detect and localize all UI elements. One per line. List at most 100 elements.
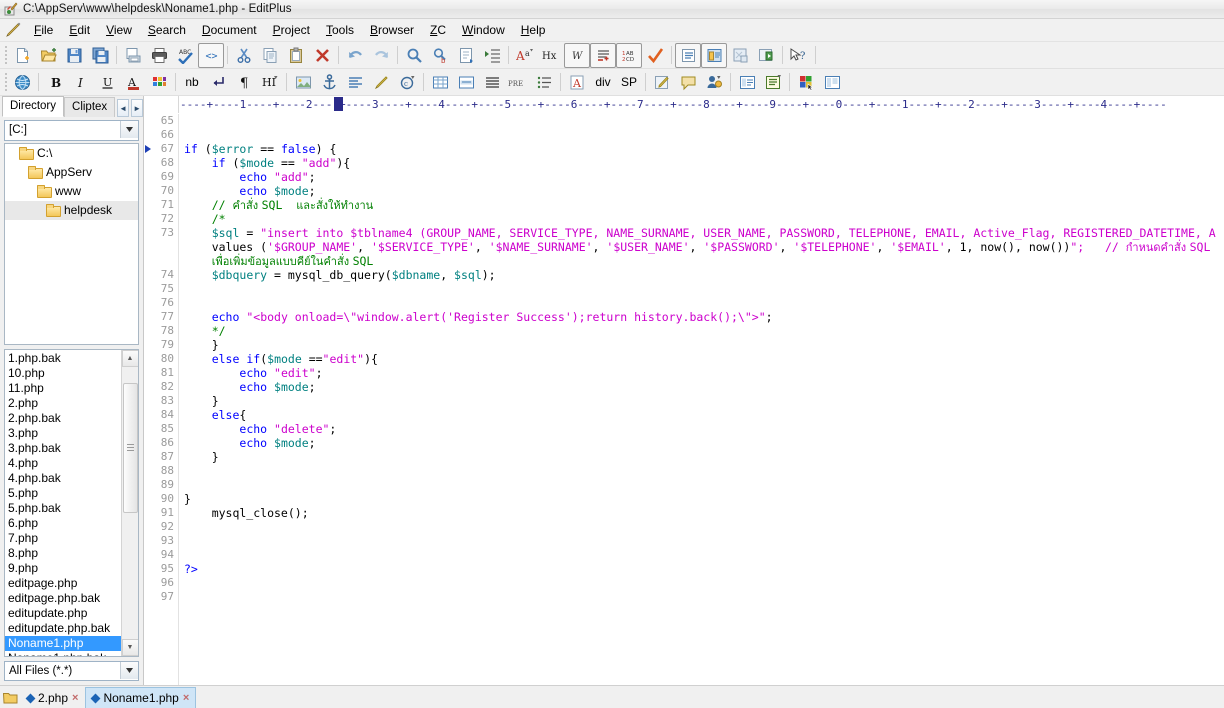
- globe-icon[interactable]: [9, 70, 35, 95]
- menu-zc[interactable]: ZC: [422, 21, 454, 39]
- code-line[interactable]: if ($error == false) {: [184, 142, 1224, 156]
- code-line[interactable]: echo $mode;: [184, 380, 1224, 394]
- drive-select[interactable]: [C:]: [4, 120, 139, 141]
- heading-icon[interactable]: HI: [257, 70, 283, 95]
- tree-node-www[interactable]: www: [5, 182, 138, 201]
- list-item[interactable]: 3.php: [5, 426, 121, 441]
- list-item[interactable]: editpage.php: [5, 576, 121, 591]
- check-mark-icon[interactable]: [642, 43, 668, 68]
- anchor-icon[interactable]: [316, 70, 342, 95]
- menu-browser[interactable]: Browser: [362, 21, 422, 39]
- print-preview-icon[interactable]: [120, 43, 146, 68]
- code-line[interactable]: else if($mode =="edit"){: [184, 352, 1224, 366]
- print-icon[interactable]: [146, 43, 172, 68]
- code-line[interactable]: }: [184, 394, 1224, 408]
- code-text[interactable]: if ($error == false) { if ($mode == "add…: [179, 114, 1224, 685]
- line-numbers-icon[interactable]: [590, 42, 616, 68]
- color-picker-icon[interactable]: [793, 70, 819, 95]
- redo-icon[interactable]: [368, 43, 394, 68]
- file-filter-select[interactable]: All Files (*.*): [4, 660, 139, 681]
- tab-directory[interactable]: Directory: [2, 96, 65, 118]
- code-line[interactable]: [184, 478, 1224, 492]
- save-all-icon[interactable]: [87, 43, 113, 68]
- list-item[interactable]: 4.php.bak: [5, 471, 121, 486]
- goto-icon[interactable]: [453, 43, 479, 68]
- user-tag-icon[interactable]: [701, 70, 727, 95]
- menu-help[interactable]: Help: [513, 21, 554, 39]
- list-item[interactable]: 11.php: [5, 381, 121, 396]
- scroll-down-button[interactable]: ▼: [121, 638, 138, 656]
- menu-tools[interactable]: Tools: [318, 21, 362, 39]
- file-list-scrollbar[interactable]: ▲ ▼: [121, 349, 138, 656]
- code-line[interactable]: }: [184, 338, 1224, 352]
- code-line[interactable]: echo $mode;: [184, 436, 1224, 450]
- code-line[interactable]: // คำสั่ง SQL และสั่งให้ทำงาน: [184, 198, 1224, 212]
- list-item[interactable]: Noname1.php.bak: [5, 651, 121, 656]
- menu-search[interactable]: Search: [140, 21, 194, 39]
- code-line[interactable]: [184, 114, 1224, 128]
- close-icon[interactable]: ×: [183, 692, 189, 704]
- pre-icon[interactable]: PRE: [505, 70, 531, 95]
- find-icon[interactable]: [401, 43, 427, 68]
- code-line[interactable]: [184, 296, 1224, 310]
- code-line[interactable]: $sql = "insert into $tblname4 (GROUP_NAM…: [184, 226, 1224, 240]
- code-line[interactable]: echo $mode;: [184, 184, 1224, 198]
- code-line[interactable]: echo "delete";: [184, 422, 1224, 436]
- code-line[interactable]: if ($mode == "add"){: [184, 156, 1224, 170]
- document-list-icon[interactable]: [675, 42, 701, 68]
- align-left-icon[interactable]: [479, 70, 505, 95]
- code-line[interactable]: mysql_close();: [184, 506, 1224, 520]
- ab-cd-icon[interactable]: 1 AB 2 CD: [616, 42, 642, 68]
- close-icon[interactable]: ×: [72, 692, 78, 704]
- list-item[interactable]: 6.php: [5, 516, 121, 531]
- list-item[interactable]: editpage.php.bak: [5, 591, 121, 606]
- code-line[interactable]: /*: [184, 212, 1224, 226]
- line-break-icon[interactable]: [205, 70, 231, 95]
- code-line[interactable]: echo "<body onload=\"window.alert('Regis…: [184, 310, 1224, 324]
- panel-icon[interactable]: [819, 70, 845, 95]
- run-icon[interactable]: [753, 43, 779, 68]
- list-item[interactable]: Noname1.php: [5, 635, 121, 651]
- menu-document[interactable]: Document: [194, 21, 265, 39]
- save-icon[interactable]: [61, 43, 87, 68]
- code-line[interactable]: else{: [184, 408, 1224, 422]
- tab-cliptext[interactable]: Cliptex: [64, 97, 116, 118]
- nbsp-icon[interactable]: nb: [179, 70, 205, 95]
- code-line[interactable]: }: [184, 450, 1224, 464]
- indent-icon[interactable]: [479, 43, 505, 68]
- comment-icon[interactable]: [675, 70, 701, 95]
- code-line[interactable]: [184, 534, 1224, 548]
- toolbar-grip[interactable]: [2, 45, 9, 65]
- code-line[interactable]: echo "edit";: [184, 366, 1224, 380]
- list-item[interactable]: 2.php.bak: [5, 411, 121, 426]
- font-color-icon[interactable]: A: [120, 70, 146, 95]
- code-line[interactable]: [184, 548, 1224, 562]
- menu-file[interactable]: FFileile: [26, 21, 61, 39]
- list-item[interactable]: 3.php.bak: [5, 441, 121, 456]
- list-item[interactable]: 5.php.bak: [5, 501, 121, 516]
- code-line[interactable]: echo "add";: [184, 170, 1224, 184]
- paragraph-icon[interactable]: ¶: [231, 70, 257, 95]
- open-file-icon[interactable]: [35, 43, 61, 68]
- list-item[interactable]: 4.php: [5, 456, 121, 471]
- edit-note-icon[interactable]: [649, 70, 675, 95]
- list-item[interactable]: 7.php: [5, 531, 121, 546]
- code-line[interactable]: values ('$GROUP_NAME', '$SERVICE_TYPE', …: [184, 240, 1224, 254]
- tree-node-c[interactable]: C:\: [5, 144, 138, 163]
- div-label-icon[interactable]: div: [590, 70, 616, 95]
- code-line[interactable]: [184, 282, 1224, 296]
- list-item[interactable]: 8.php: [5, 546, 121, 561]
- chevron-down-icon[interactable]: [120, 121, 138, 139]
- code-line[interactable]: เพื่อเพิ่มข้อมูลแบบคีย์ในคำสั่ง SQL: [184, 254, 1224, 268]
- table-row-icon[interactable]: [453, 70, 479, 95]
- menu-edit[interactable]: Edit: [61, 21, 98, 39]
- code-area[interactable]: 65 66 67 68 69 70 71 72 73 74 75 76 77 78 79 80 81 82 83 84…: [144, 114, 1224, 685]
- code-line[interactable]: [184, 464, 1224, 478]
- tree-node-appserv[interactable]: AppServ: [5, 163, 138, 182]
- chevron-down-icon[interactable]: [120, 661, 138, 679]
- code-line[interactable]: */: [184, 324, 1224, 338]
- cut-icon[interactable]: [231, 43, 257, 68]
- list-item[interactable]: 9.php: [5, 561, 121, 576]
- undo-icon[interactable]: [342, 43, 368, 68]
- tree-node-helpdesk[interactable]: helpdesk: [5, 200, 138, 220]
